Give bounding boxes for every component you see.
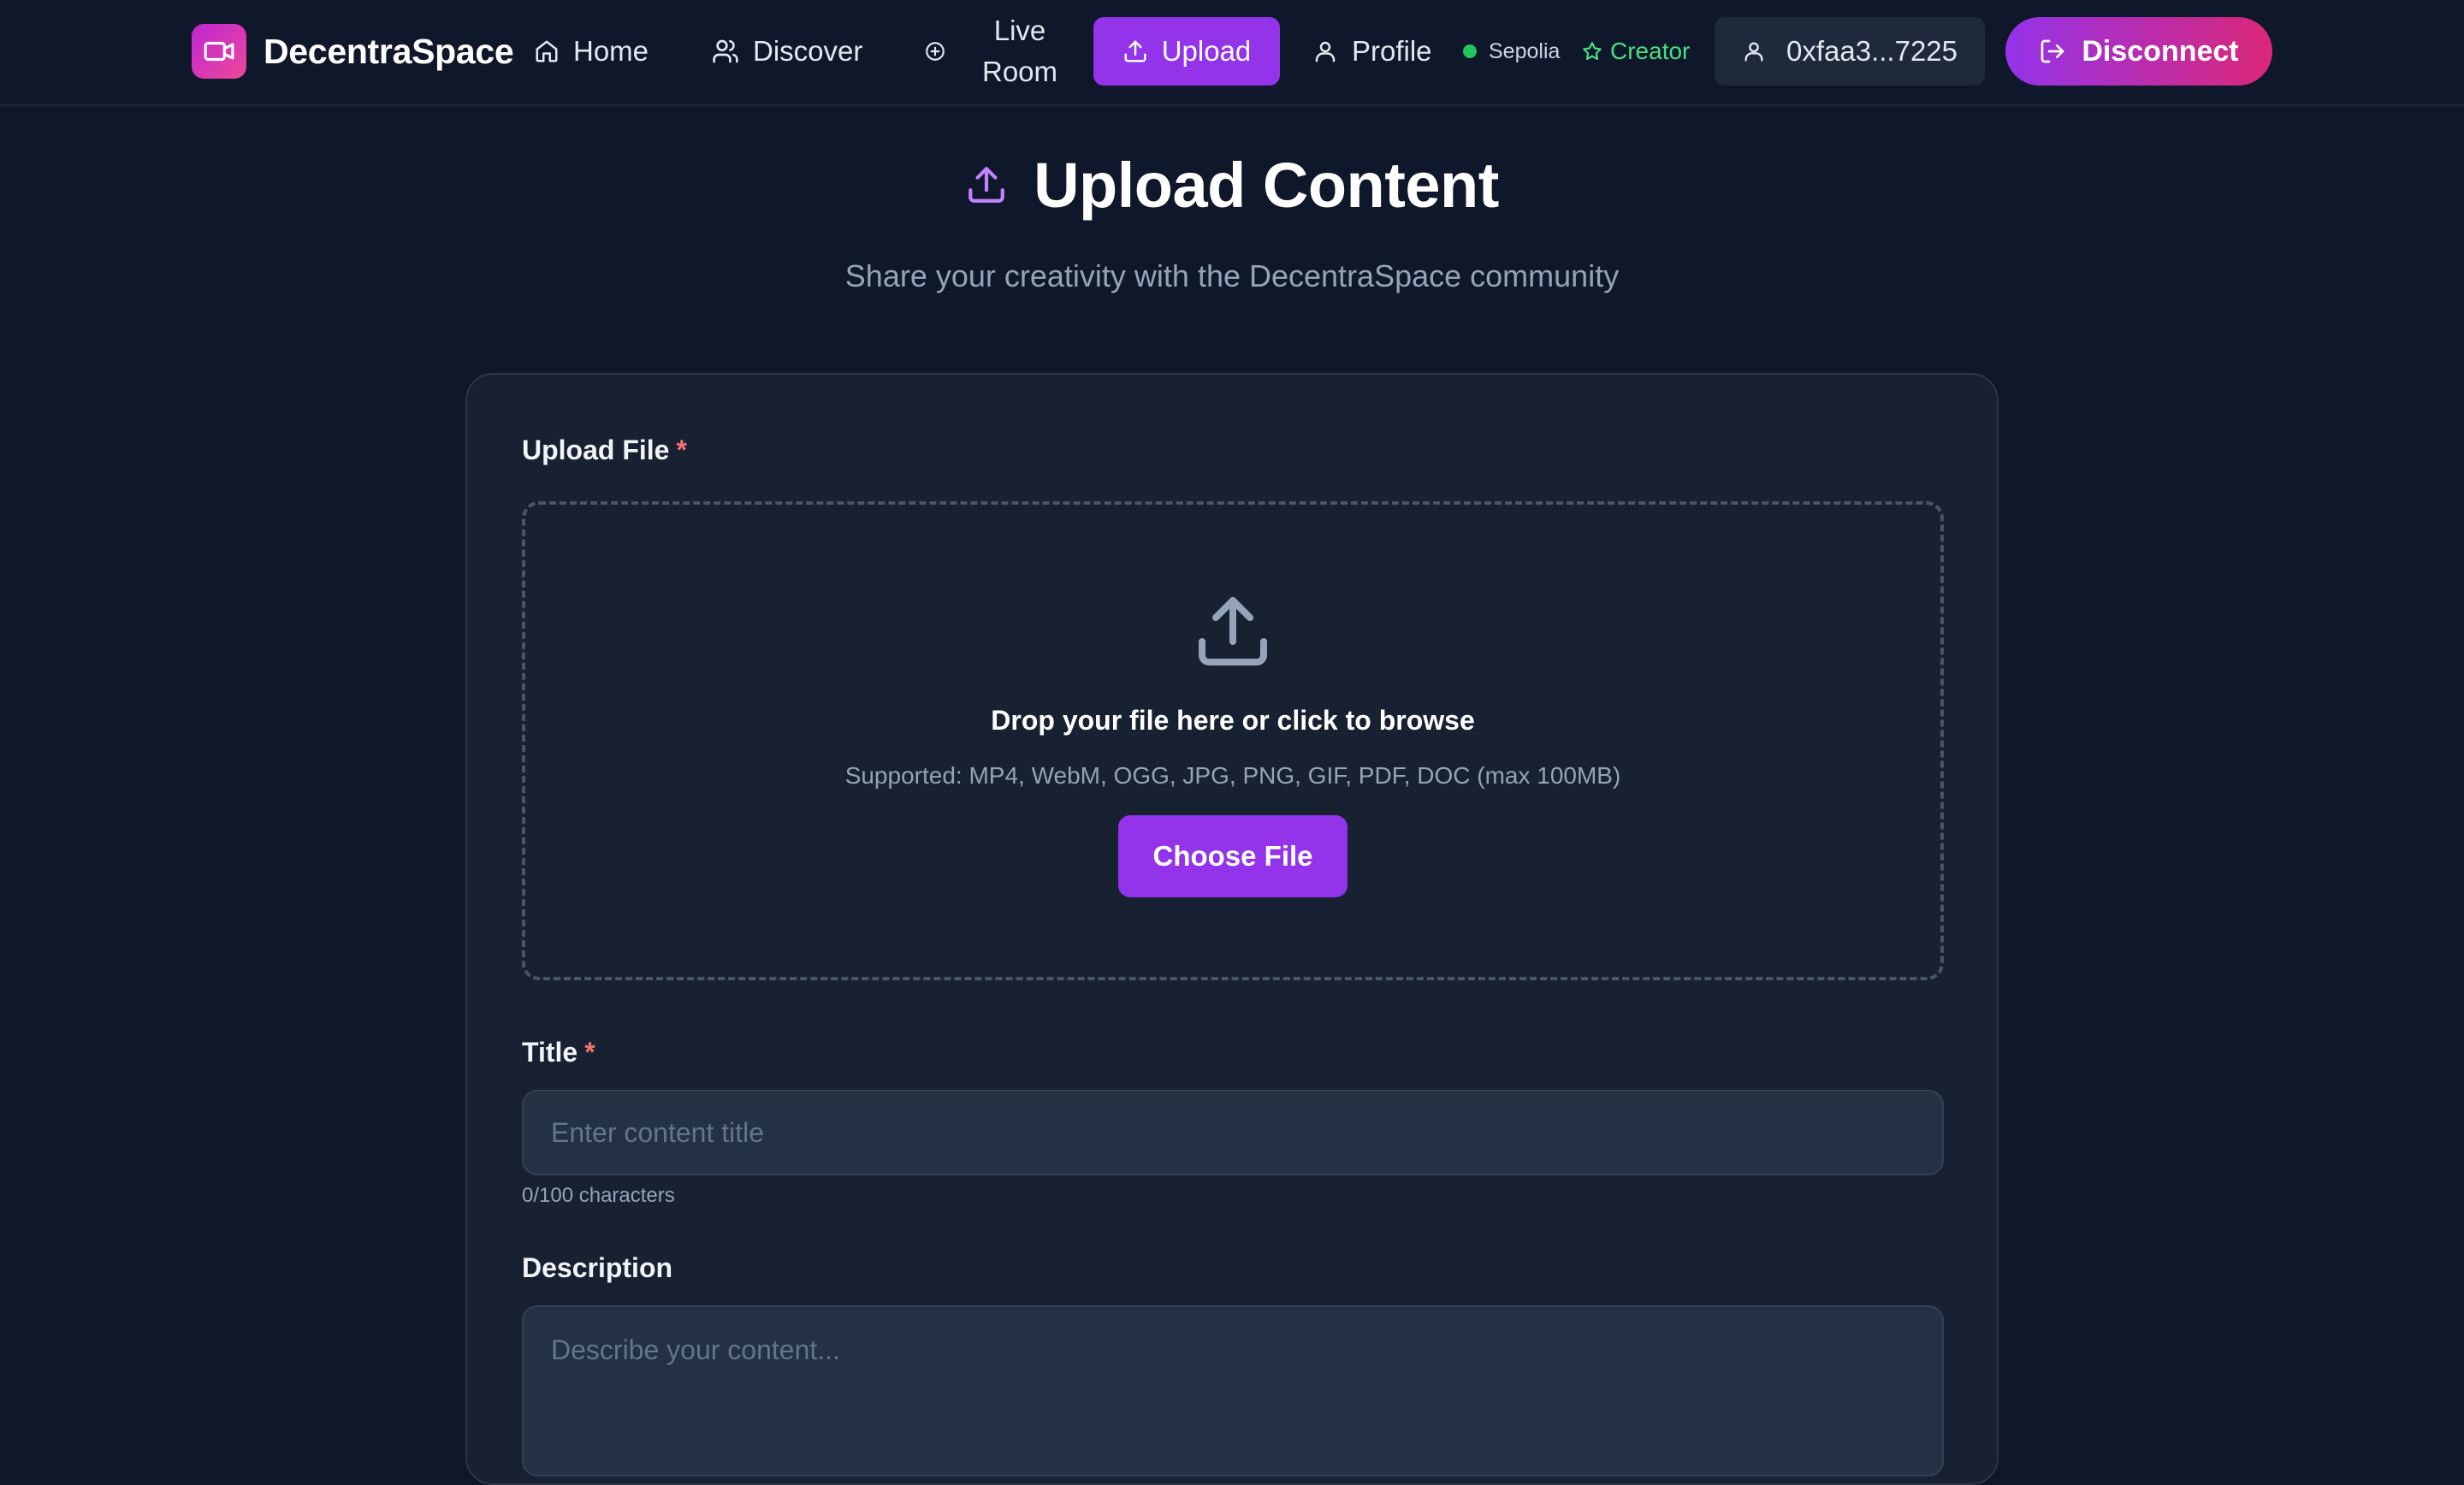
wallet-address: 0xfaa3...7225 — [1786, 35, 1958, 67]
page-header: Upload Content Share your creativity wit… — [0, 145, 2464, 294]
brand[interactable]: DecentraSpace — [192, 24, 514, 79]
logout-icon — [2041, 39, 2064, 63]
plus-circle-icon — [926, 42, 945, 61]
upload-icon — [968, 167, 1004, 203]
nav-profile-label: Profile — [1352, 35, 1432, 67]
network-indicator: Sepolia — [1463, 0, 1560, 103]
nav-upload[interactable]: Upload — [1093, 17, 1280, 86]
brand-name: DecentraSpace — [264, 31, 514, 71]
dropzone-text: Drop your file here or click to browse — [991, 705, 1475, 736]
network-name: Sepolia — [1489, 38, 1561, 63]
upload-file-label: Upload File * — [522, 435, 687, 466]
nav-profile[interactable]: Profile — [1312, 0, 1432, 103]
star-icon — [1583, 42, 1602, 60]
page-title: Upload Content — [1034, 149, 1499, 221]
nav-live-label-line1: Live — [993, 15, 1046, 46]
disconnect-label: Disconnect — [2082, 34, 2239, 68]
nav-live-room[interactable]: Live Room — [924, 0, 1057, 103]
title-character-counter: 0/100 characters — [522, 1184, 675, 1207]
home-icon — [536, 40, 558, 62]
title-input[interactable]: Enter content title — [522, 1090, 1944, 1175]
title-label: Title * — [522, 1037, 595, 1068]
description-textarea[interactable]: Describe your content... — [522, 1305, 1944, 1476]
upload-form-card: Upload File * Drop your file here or clic… — [465, 373, 1999, 1485]
title-label-text: Title — [522, 1037, 578, 1068]
video-camera-icon — [192, 24, 246, 79]
required-mark: * — [676, 435, 687, 465]
creator-badge: Creator — [1581, 0, 1690, 103]
disconnect-button[interactable]: Disconnect — [2005, 17, 2272, 86]
upload-icon — [1124, 40, 1146, 62]
user-icon — [1744, 42, 1763, 62]
nav-home[interactable]: Home — [534, 0, 649, 103]
description-placeholder: Describe your content... — [551, 1334, 840, 1365]
page-subtitle: Share your creativity with the DecentraS… — [844, 258, 1620, 293]
nav-home-label: Home — [573, 35, 649, 67]
top-navbar: DecentraSpace Home Discover Live Room Up… — [0, 0, 2464, 106]
required-mark: * — [584, 1037, 595, 1068]
title-input-placeholder: Enter content title — [551, 1116, 765, 1148]
users-icon — [713, 39, 738, 63]
upload-icon — [1199, 597, 1267, 666]
dropzone-supported-formats: Supported: MP4, WebM, OGG, JPG, PNG, GIF… — [844, 762, 1621, 789]
nav-live-label-line2: Room — [982, 56, 1058, 87]
network-status-dot — [1463, 44, 1477, 58]
file-dropzone[interactable]: Drop your file here or click to browse S… — [522, 501, 1944, 980]
description-label: Description — [522, 1252, 672, 1284]
description-label-text: Description — [522, 1252, 673, 1283]
creator-label: Creator — [1610, 38, 1691, 64]
upload-file-label-text: Upload File — [522, 435, 670, 465]
choose-file-button[interactable]: Choose File — [1118, 815, 1348, 897]
nav-discover-label: Discover — [753, 35, 863, 67]
wallet-address-button[interactable]: 0xfaa3...7225 — [1715, 17, 1985, 86]
nav-discover[interactable]: Discover — [712, 0, 862, 103]
nav-upload-label: Upload — [1161, 35, 1252, 67]
user-icon — [1315, 41, 1336, 62]
